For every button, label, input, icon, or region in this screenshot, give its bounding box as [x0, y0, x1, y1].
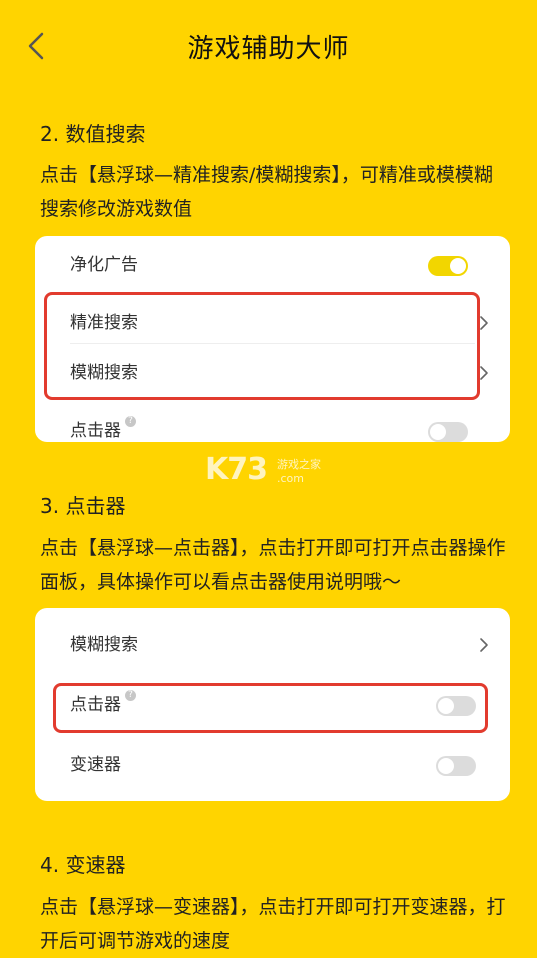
speeder-toggle[interactable] — [436, 756, 476, 776]
row-clicker[interactable]: 点击器? — [35, 402, 510, 442]
help-icon[interactable]: ? — [125, 416, 136, 427]
row-clicker-label: 点击器? — [70, 402, 136, 442]
row-speeder-label: 变速器 — [70, 755, 121, 775]
row-fuzzy-search[interactable]: 模糊搜索 — [35, 616, 510, 674]
watermark-main-text: K73 — [205, 452, 268, 487]
row-speeder[interactable]: 变速器 — [35, 736, 510, 794]
clicker-toggle[interactable] — [428, 422, 468, 442]
section-3-desc: 点击【悬浮球—点击器】，点击打开即可打开点击器操作面板，具体操作可以看点击器使用… — [40, 537, 506, 593]
toggle-knob — [430, 424, 446, 440]
row-clicker-text: 点击器 — [70, 421, 121, 441]
app-header: 游戏辅助大师 — [0, 0, 537, 90]
row-ad-clean[interactable]: 净化广告 — [35, 236, 510, 294]
section-3-title: 3. 点击器 — [40, 494, 126, 518]
section-2-desc: 点击【悬浮球—精准搜索/模糊搜索】，可精准或模模糊搜索修改游戏数值 — [40, 164, 493, 220]
watermark-sub-text: 游戏之家 — [277, 458, 321, 471]
watermark-domain-text: .com — [277, 472, 304, 485]
chevron-right-icon — [480, 638, 488, 652]
section-4-desc: 点击【悬浮球—变速器】，点击打开即可打开变速器，打开后可调节游戏的速度 — [40, 896, 506, 952]
page-title: 游戏辅助大师 — [187, 34, 350, 64]
highlight-box-search — [44, 292, 480, 400]
section-2-title: 2. 数值搜索 — [40, 122, 146, 146]
highlight-box-clicker — [53, 683, 488, 733]
ad-clean-toggle[interactable] — [428, 256, 468, 276]
row-fuzzy-search-label: 模糊搜索 — [70, 635, 138, 655]
section-4-title: 4. 变速器 — [40, 853, 126, 877]
row-ad-clean-label: 净化广告 — [70, 255, 138, 275]
watermark-logo: K73 游戏之家 .com — [205, 452, 345, 492]
toggle-knob — [438, 758, 454, 774]
toggle-knob — [450, 258, 466, 274]
